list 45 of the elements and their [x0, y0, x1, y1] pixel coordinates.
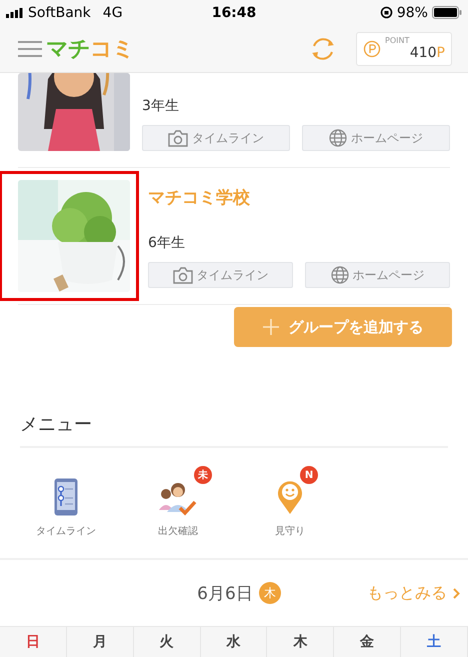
- menu-item-label[interactable]: タイムライン: [36, 524, 96, 538]
- section-title: メニュー: [20, 412, 448, 448]
- battery-icon: [432, 6, 462, 20]
- status-time: 16:48: [212, 4, 256, 21]
- timeline-button[interactable]: タイムライン: [142, 125, 290, 151]
- points-label: POINT: [385, 36, 410, 46]
- points-value: 410: [410, 45, 437, 62]
- app-logo: マチコミ: [46, 36, 134, 64]
- homepage-button[interactable]: ホームページ: [305, 262, 450, 288]
- calendar-date: 6月6日: [197, 582, 253, 604]
- weekday-header: 月: [66, 627, 134, 657]
- carrier-name: SoftBank: [28, 4, 91, 21]
- grade-label: 6年生: [148, 234, 186, 252]
- globe-icon: [329, 129, 347, 147]
- weekday-header: 土: [401, 627, 468, 657]
- plus-icon: [262, 319, 278, 335]
- chevron-icon: [453, 588, 460, 598]
- points-box[interactable]: POINT 410P: [356, 32, 452, 66]
- notification-badge: N: [300, 466, 318, 484]
- notification-badge: 未: [194, 466, 212, 484]
- add-group-button[interactable]: グループを追加する: [234, 307, 452, 347]
- battery-percent: 98%: [396, 4, 428, 21]
- globe-icon: [330, 266, 348, 284]
- menu-item-label[interactable]: 見守り: [275, 524, 305, 538]
- menu-icon[interactable]: [18, 40, 42, 57]
- see-more-link[interactable]: もっとみる: [367, 582, 460, 604]
- group-name[interactable]: マチコミ学校: [148, 186, 450, 209]
- camera-icon: [172, 266, 192, 284]
- weekday-header: 日: [0, 627, 67, 657]
- timeline-button[interactable]: タイムライン: [148, 262, 293, 288]
- homepage-button[interactable]: ホームページ: [302, 125, 450, 151]
- weekday-header: 水: [200, 627, 268, 657]
- weekday-header: 金: [334, 627, 402, 657]
- menu-item-label[interactable]: 出欠確認: [158, 524, 198, 538]
- weekday-header: 火: [134, 627, 201, 657]
- point-coin-icon: [363, 40, 381, 58]
- signal-icon: [6, 8, 24, 18]
- points-unit: P: [436, 45, 445, 62]
- rotation-lock-icon: [380, 6, 393, 20]
- grade-label: 3年生: [142, 97, 180, 115]
- phone-timeline-icon[interactable]: [54, 478, 78, 516]
- weekday-badge: 木: [258, 582, 281, 604]
- camera-icon: [168, 130, 188, 146]
- weekday-header: 木: [267, 627, 334, 657]
- network-type: 4G: [102, 4, 123, 21]
